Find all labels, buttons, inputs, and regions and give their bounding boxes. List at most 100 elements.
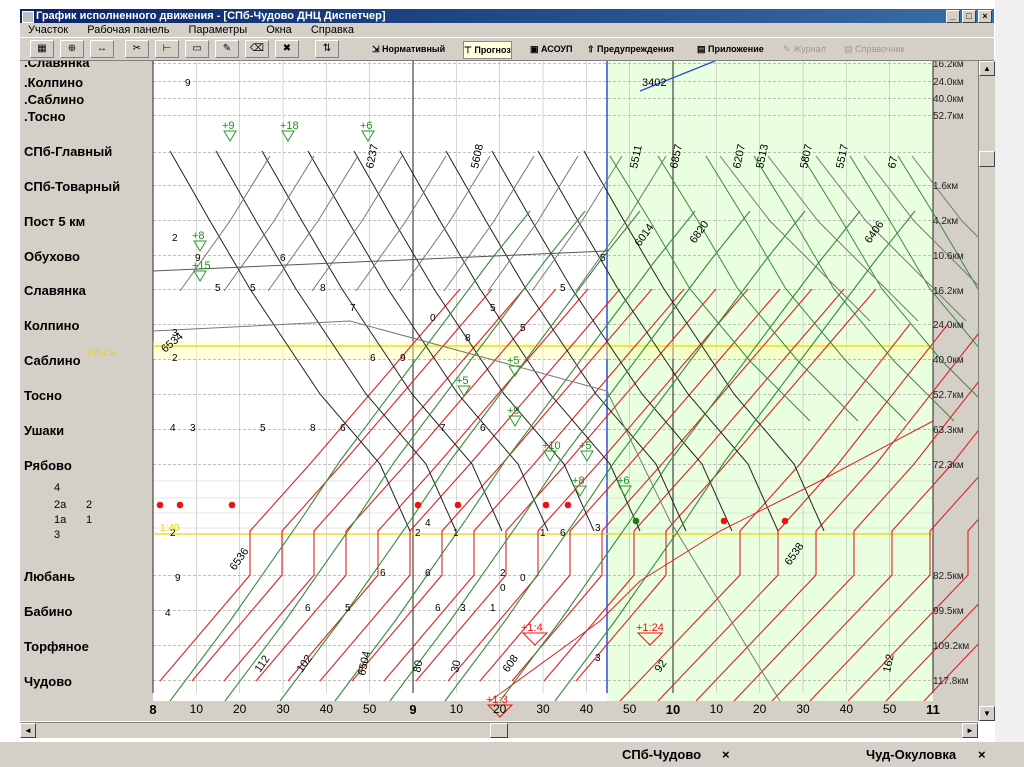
scissors-icon[interactable]: ✂ xyxy=(125,40,149,58)
stop-time-label: 5 xyxy=(560,283,566,294)
window-icon[interactable]: ▭ xyxy=(185,40,209,58)
route-icon[interactable]: ⇅ xyxy=(315,40,339,58)
mode-reference-button[interactable]: ▤ Справочник xyxy=(844,41,905,57)
stop-marker xyxy=(632,517,640,525)
station-label-tosno: Тосно xyxy=(24,388,62,403)
train-graph[interactable]: +9 +18 +6 +8 +15 +5 +5 +9 +10 +5 +8 +6 +1:4 +1:24 +1:3… xyxy=(20,61,978,721)
mode-warnings-button[interactable]: ⇧ Предупреждения xyxy=(587,41,674,57)
track-label-2: 2 xyxy=(86,499,93,511)
eraser-icon[interactable]: ⌫ xyxy=(245,40,269,58)
warning-text: Пб-Св xyxy=(87,347,116,359)
station-label-sablino-top: .Саблино xyxy=(24,92,85,107)
maximize-button[interactable]: □ xyxy=(962,10,976,23)
horizontal-scrollbar[interactable]: ◄ ► xyxy=(20,722,978,738)
delta-label: +5 xyxy=(456,375,469,387)
close-button[interactable]: × xyxy=(978,10,992,23)
menu-item-parameters[interactable]: Параметры xyxy=(189,24,248,36)
stop-time-label: 3 xyxy=(460,603,466,614)
stop-time-label: 6 xyxy=(370,353,376,364)
scroll-left-button[interactable]: ◄ xyxy=(20,723,36,738)
stop-time-label: 6 xyxy=(435,603,441,614)
tab-spb-chudovo[interactable]: СПб-Чудово xyxy=(622,747,701,762)
scroll-up-button[interactable]: ▲ xyxy=(979,61,995,76)
menu-item-uchastok[interactable]: Участок xyxy=(28,24,68,36)
station-label-ushaki: Ушаки xyxy=(24,423,65,438)
mode-normative-button[interactable]: ⇲ Нормативный xyxy=(372,41,445,57)
stop-time-label: 7 xyxy=(440,423,446,434)
station-label-kolpino-top: .Колпино xyxy=(24,75,84,90)
stop-time-label: 3 xyxy=(595,523,601,534)
mode-journal-button[interactable]: ✎ Журнал xyxy=(783,41,826,57)
menu-item-help[interactable]: Справка xyxy=(311,24,354,36)
stop-time-label: 6 xyxy=(280,253,286,264)
right-margin xyxy=(995,0,1024,767)
status-bar: СПб-Чудово × Чуд-Окуловка × xyxy=(0,742,1024,767)
stop-marker xyxy=(454,501,462,509)
track-label-2a: 2а xyxy=(54,499,67,511)
stop-marker xyxy=(176,501,184,509)
zoom-icon[interactable]: ⊕ xyxy=(60,40,84,58)
delta-label: +6 xyxy=(360,120,373,132)
stop-time-label: 6 xyxy=(480,423,486,434)
stop-marker xyxy=(414,501,422,509)
stop-time-label: 8 xyxy=(310,423,316,434)
stop-marker xyxy=(156,501,164,509)
menu-item-windows[interactable]: Окна xyxy=(266,24,292,36)
window-title: График исполненного движения - [СПб-Чудо… xyxy=(36,10,386,22)
stop-time-label: 9 xyxy=(195,253,201,264)
track-label-1: 1 xyxy=(86,514,93,526)
mode-appendix-button[interactable]: ▤ Приложение xyxy=(697,41,764,57)
train-number-label: 80 xyxy=(411,659,425,673)
vertical-scroll-thumb[interactable] xyxy=(979,151,995,167)
train-number-label: 3402 xyxy=(642,77,666,89)
close-tab-spb-chudovo-icon[interactable]: × xyxy=(722,747,730,762)
km-label: 24.0км xyxy=(933,320,964,331)
time-axis-label: 9 xyxy=(409,702,417,717)
train-number-label: 67 xyxy=(886,155,900,169)
station-label-spb-tovarny: СПб-Товарный xyxy=(24,179,121,194)
delta-label: +6 xyxy=(617,475,630,487)
track-label-4: 4 xyxy=(54,482,61,494)
move-horizontal-icon[interactable]: ↔ xyxy=(90,40,114,58)
mode-asoup-button[interactable]: ▣ АСОУП xyxy=(530,41,572,57)
stop-time-label: 8 xyxy=(320,283,326,294)
segment-icon[interactable]: ⊢ xyxy=(155,40,179,58)
pen-icon[interactable]: ✎ xyxy=(215,40,239,58)
km-label: 1.6км xyxy=(933,181,959,192)
stop-time-label: 6 xyxy=(560,528,566,539)
stop-time-label: 4 xyxy=(170,423,176,434)
delete-icon[interactable]: ✖ xyxy=(275,40,299,58)
delta-label: +8 xyxy=(572,475,585,487)
horizontal-scroll-thumb[interactable] xyxy=(490,723,508,738)
km-label: 99.5км xyxy=(933,606,964,617)
close-tab-chud-okulovka-icon[interactable]: × xyxy=(978,747,986,762)
track-label-3: 3 xyxy=(54,529,61,541)
time-axis-label: 20 xyxy=(232,702,247,716)
stop-time-label: 6 xyxy=(340,423,346,434)
km-label: 40.0км xyxy=(933,355,964,366)
station-label-slavyanka: Славянка xyxy=(24,283,86,298)
stop-time-label: 4 xyxy=(165,608,171,619)
train-graph-canvas: +9 +18 +6+8+15+5+5+9+10 +5+8 +6+1:4 +1:24+1:3… xyxy=(87,61,978,718)
time-axis-label: 10 xyxy=(449,702,464,716)
station-label-post5: Пост 5 км xyxy=(24,214,86,229)
menu-item-work-panel[interactable]: Рабочая панель xyxy=(87,24,169,36)
scroll-down-button[interactable]: ▼ xyxy=(979,706,995,721)
station-label-babino: Бабино xyxy=(24,604,73,619)
calendar-icon[interactable]: ▦ xyxy=(30,40,54,58)
station-label-obukhovo: Обухово xyxy=(24,249,80,264)
stop-marker xyxy=(781,517,789,525)
time-axis-label: 50 xyxy=(622,702,637,716)
station-label-lyuban: Любань xyxy=(24,569,76,584)
stop-time-label: 2 xyxy=(415,528,421,539)
stop-time-label: 0 xyxy=(500,583,506,594)
minimize-button[interactable]: _ xyxy=(946,10,960,23)
delay-label: +1:4 xyxy=(521,622,543,634)
station-label-torfyanoe: Торфяное xyxy=(24,639,89,654)
vertical-scrollbar[interactable]: ▲ ▼ xyxy=(978,61,995,721)
tab-chud-okulovka[interactable]: Чуд-Окуловка xyxy=(866,747,956,762)
scroll-right-button[interactable]: ► xyxy=(962,723,978,738)
stop-marker xyxy=(564,501,572,509)
mode-forecast-button[interactable]: ⊤ Прогноз xyxy=(463,41,512,59)
station-label-sablino: Саблино xyxy=(24,353,81,368)
